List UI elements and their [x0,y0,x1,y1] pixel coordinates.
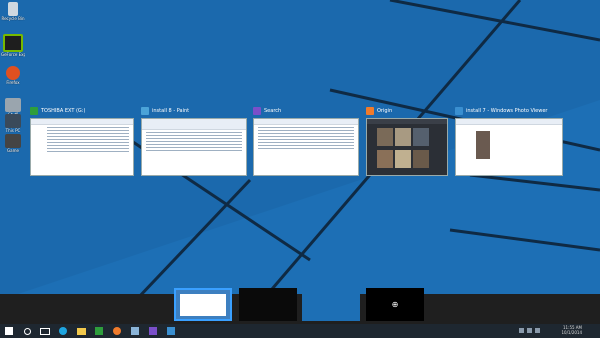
origin-icon [113,327,121,335]
battery-icon [535,328,540,333]
virtual-desktop-2[interactable] [239,288,297,321]
task-view-window-search[interactable]: Search [253,106,359,176]
taskbar-ie[interactable] [54,324,72,338]
window-thumbnail [366,118,448,176]
taskbar-store[interactable] [90,324,108,338]
photo-viewer-icon [455,107,463,115]
paint-icon [131,327,139,335]
task-view-icon [40,327,50,335]
ie-icon [59,327,67,335]
window-title: Search [264,108,282,114]
search-button[interactable] [18,324,36,338]
system-tray[interactable] [519,328,540,333]
window-title: install 8 - Paint [152,108,190,114]
add-icon: ⊕ [391,300,399,309]
nvidia-icon [3,34,23,52]
firefox-icon [6,66,20,80]
taskbar-search-app[interactable] [144,324,162,338]
search-icon [149,327,157,335]
window-title: TOSHIBA EXT (G:) [41,108,86,114]
volume-icon [527,328,532,333]
task-view-button[interactable] [36,324,54,338]
window-title: install 7 - Windows Photo Viewer [466,108,548,114]
start-button[interactable] [0,324,18,338]
virtual-desktop-3[interactable] [302,288,360,321]
clock[interactable]: 11:55 AM 10/1/2014 [561,325,582,335]
desktop-icon-game[interactable]: Game [1,134,25,153]
search-icon [23,327,31,335]
virtual-desktop-strip [0,294,600,324]
add-desktop-button[interactable]: ⊕ [366,288,424,321]
desktop-icon-nvidia[interactable]: GeForce Experience [1,34,25,57]
taskbar-explorer[interactable] [72,324,90,338]
computer-icon [5,114,21,128]
windows-logo-icon [5,327,13,335]
taskbar-origin[interactable] [108,324,126,338]
window-title: Origin [377,108,393,114]
search-icon [253,107,261,115]
window-thumbnail [141,118,247,176]
taskbar-photo-viewer[interactable] [162,324,180,338]
task-view-window-photo-viewer[interactable]: install 7 - Windows Photo Viewer [455,106,563,176]
drive-icon [30,107,38,115]
window-thumbnail [253,118,359,176]
store-icon [95,327,103,335]
clock-date: 10/1/2014 [561,330,582,335]
origin-icon [366,107,374,115]
folder-icon [76,327,86,335]
task-view-window-toshiba[interactable]: TOSHIBA EXT (G:) [30,106,134,176]
window-thumbnail [30,118,134,176]
task-view-window-origin[interactable]: Origin [366,106,448,176]
taskbar-paint[interactable] [126,324,144,338]
taskbar [0,324,600,338]
paint-icon [141,107,149,115]
desktop-icon-firefox[interactable]: Firefox [1,66,25,85]
desktop-icon-computer[interactable]: This PC [1,114,25,133]
photo-viewer-icon [167,327,175,335]
task-view-window-paint[interactable]: install 8 - Paint [141,106,247,176]
network-icon [519,328,524,333]
virtual-desktop-1[interactable] [174,288,232,321]
recycle-bin-icon [8,2,18,16]
folder-icon [5,98,21,112]
window-thumbnail [455,118,563,176]
desktop-icon-recycle-bin[interactable]: Recycle Bin [1,2,25,21]
game-icon [5,134,21,148]
